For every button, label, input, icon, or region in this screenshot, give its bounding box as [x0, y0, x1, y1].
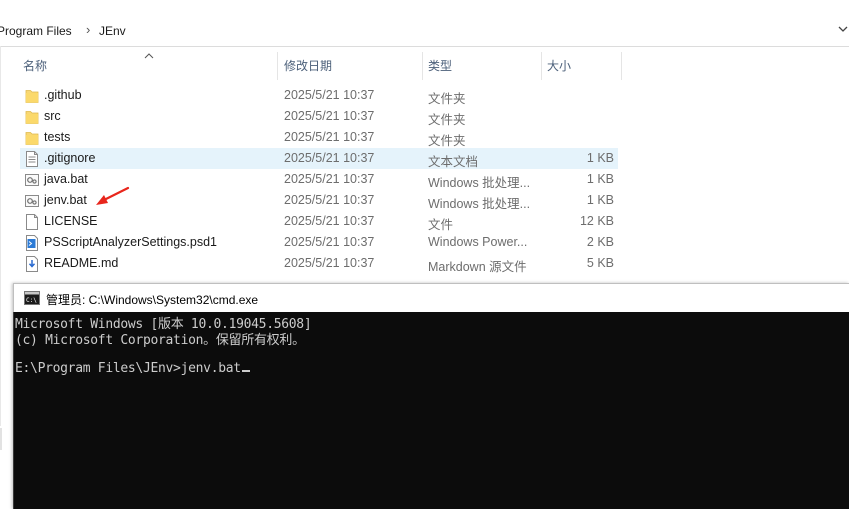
file-row[interactable]: .github 2025/5/21 10:37 文件夹 [20, 85, 618, 106]
explorer-top-strip [0, 0, 849, 18]
column-header-name[interactable]: 名称 [18, 54, 277, 79]
blank-file-icon [25, 214, 39, 230]
text-file-icon [25, 151, 39, 167]
file-row[interactable]: README.md 2025/5/21 10:37 Markdown 源文件 5 KB [20, 253, 618, 274]
file-size: 12 KB [579, 214, 614, 228]
console-line: (c) Microsoft Corporation。保留所有权利。 [15, 333, 305, 348]
file-size: 5 KB [586, 256, 614, 270]
folder-icon [25, 88, 39, 104]
file-date-modified: 2025/5/21 10:37 [284, 151, 375, 165]
folder-icon [25, 109, 39, 125]
text-cursor [241, 370, 250, 372]
breadcrumb-separator-icon[interactable]: › [86, 22, 90, 37]
file-name: tests [44, 130, 71, 144]
file-type: 文件夹 [428, 92, 466, 106]
cmd-title-bar[interactable]: C:\ 管理员: C:\Windows\System32\cmd.exe [13, 283, 849, 312]
file-type: Windows Power... [428, 235, 528, 249]
breadcrumb-program-files[interactable]: Program Files [0, 24, 72, 38]
file-name: README.md [44, 256, 119, 270]
column-header-type[interactable]: 类型 [423, 54, 541, 79]
annotation-arrow [96, 186, 130, 205]
cmd-window-title: 管理员: C:\Windows\System32\cmd.exe [46, 293, 259, 307]
file-type: 文件夹 [428, 134, 466, 148]
file-name: LICENSE [44, 214, 98, 228]
file-date-modified: 2025/5/21 10:37 [284, 109, 375, 123]
file-date-modified: 2025/5/21 10:37 [284, 172, 375, 186]
column-header-size[interactable]: 大小 [542, 54, 621, 79]
address-dropdown-chevron-icon[interactable] [837, 22, 849, 36]
column-header-date-modified[interactable]: 修改日期 [279, 54, 422, 79]
file-row[interactable]: .gitignore 2025/5/21 10:37 文本文档 1 KB [20, 148, 618, 169]
file-name: PSScriptAnalyzerSettings.psd1 [44, 235, 218, 249]
file-name: .github [44, 88, 82, 102]
file-name: java.bat [44, 172, 88, 186]
file-row[interactable]: src 2025/5/21 10:37 文件夹 [20, 106, 618, 127]
address-bar[interactable] [0, 17, 849, 47]
file-date-modified: 2025/5/21 10:37 [284, 235, 375, 249]
file-date-modified: 2025/5/21 10:37 [284, 193, 375, 207]
file-date-modified: 2025/5/21 10:37 [284, 88, 375, 102]
folder-icon [25, 130, 39, 146]
file-size: 1 KB [586, 193, 614, 207]
file-name: .gitignore [44, 151, 96, 165]
file-type: Windows 批处理... [428, 176, 531, 190]
file-name: jenv.bat [44, 193, 87, 207]
file-type: Windows 批处理... [428, 197, 531, 211]
file-type: 文件 [428, 218, 454, 232]
navigation-pane-scroll-marker [0, 428, 2, 450]
file-date-modified: 2025/5/21 10:37 [284, 130, 375, 144]
file-row[interactable]: tests 2025/5/21 10:37 文件夹 [20, 127, 618, 148]
batch-file-icon [25, 193, 39, 209]
navigation-pane-edge [0, 46, 1, 426]
cmd-console[interactable]: Microsoft Windows [版本 10.0.19045.5608] (… [13, 312, 849, 509]
file-type: 文本文档 [428, 155, 479, 169]
file-date-modified: 2025/5/21 10:37 [284, 256, 375, 270]
file-size: 1 KB [586, 172, 614, 186]
file-type: Markdown 源文件 [428, 260, 527, 274]
batch-file-icon [25, 172, 39, 188]
powershell-file-icon [25, 235, 39, 251]
column-divider[interactable] [621, 52, 622, 80]
file-date-modified: 2025/5/21 10:37 [284, 214, 375, 228]
console-prompt-text: E:\Program Files\JEnv>jenv.bat [15, 361, 241, 376]
svg-text:C:\: C:\ [26, 297, 37, 304]
cmd-window[interactable]: C:\ 管理员: C:\Windows\System32\cmd.exe Mic… [13, 283, 849, 509]
file-type: 文件夹 [428, 113, 466, 127]
console-prompt-line[interactable]: E:\Program Files\JEnv>jenv.bat [15, 361, 250, 376]
file-row[interactable]: PSScriptAnalyzerSettings.psd1 2025/5/21 1… [20, 232, 618, 253]
file-size: 2 KB [586, 235, 614, 249]
column-divider[interactable] [277, 52, 278, 80]
breadcrumb-jenv[interactable]: JEnv [99, 24, 126, 38]
file-size: 1 KB [586, 151, 614, 165]
cmd-icon: C:\ [24, 291, 40, 305]
file-name: src [44, 109, 61, 123]
file-row[interactable]: LICENSE 2025/5/21 10:37 文件 12 KB [20, 211, 618, 232]
markdown-file-icon [25, 256, 39, 272]
